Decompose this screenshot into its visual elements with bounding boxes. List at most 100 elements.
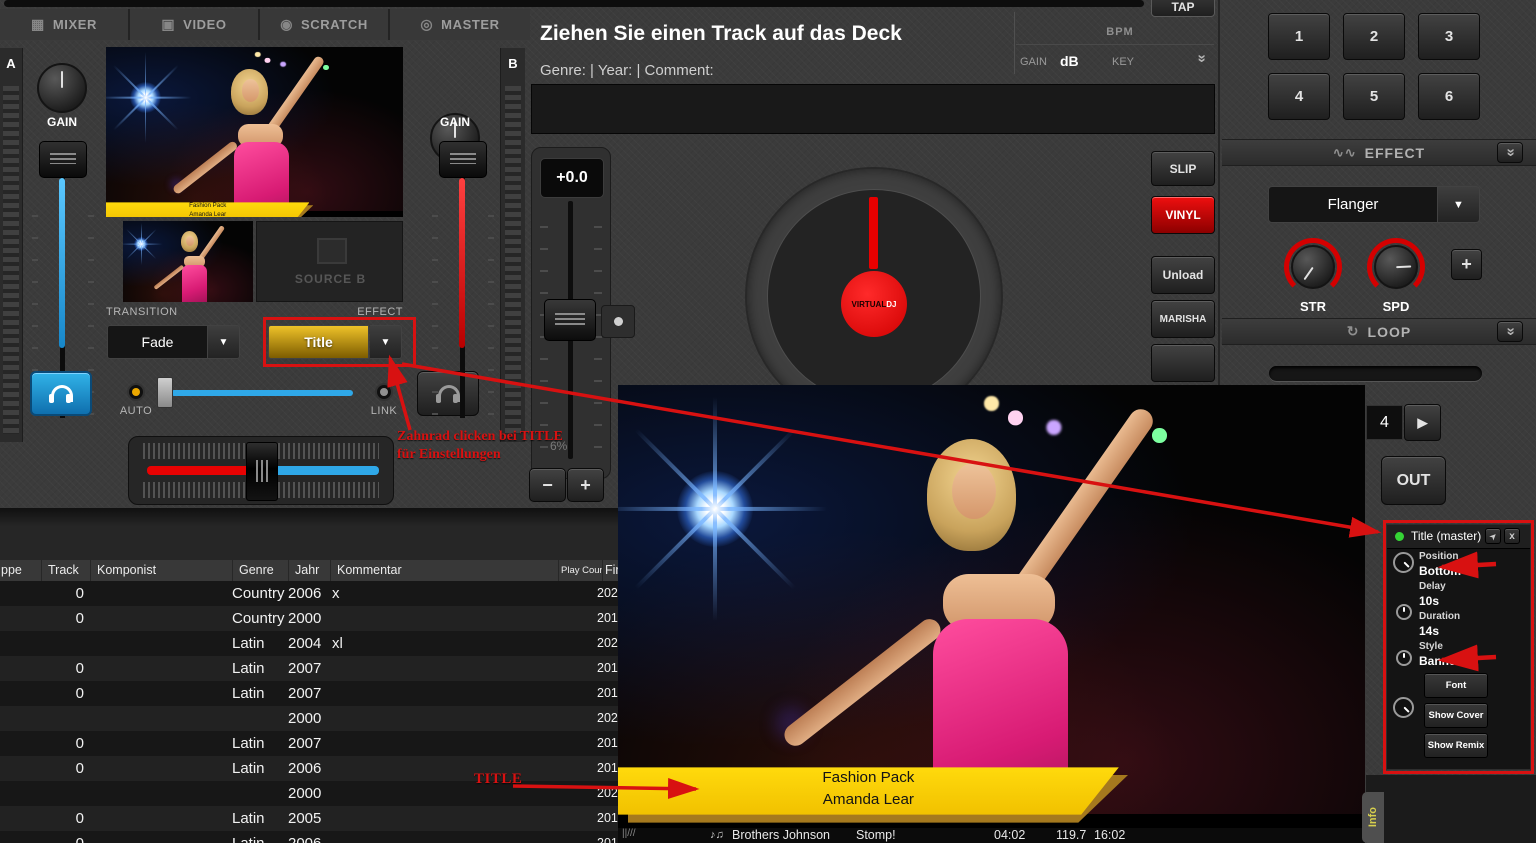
table-row[interactable]: 0Latin2007201 bbox=[0, 731, 618, 756]
table-row[interactable]: 0Country2000201 bbox=[0, 606, 618, 631]
link-radio[interactable] bbox=[375, 383, 393, 401]
pad-6[interactable]: 6 bbox=[1418, 73, 1480, 120]
table-row[interactable]: 0Latin2006201 bbox=[0, 756, 618, 781]
deck-a-headphone-button[interactable] bbox=[30, 371, 92, 416]
headphone-icon bbox=[436, 385, 460, 403]
video-crossfader-handle[interactable] bbox=[157, 377, 173, 408]
loop-progress-bar[interactable] bbox=[1269, 366, 1482, 381]
pitch-minus-button[interactable]: − bbox=[529, 468, 566, 502]
waveform-strip-empty bbox=[531, 84, 1215, 134]
table-row[interactable]: 0Latin2007201 bbox=[0, 681, 618, 706]
pad-1[interactable]: 1 bbox=[1268, 13, 1330, 60]
bokeh-lights bbox=[1152, 428, 1166, 442]
tab-master[interactable]: ◎MASTER bbox=[390, 9, 530, 40]
film-icon bbox=[317, 238, 347, 264]
link-label: LINK bbox=[360, 405, 408, 417]
column-header-jahr[interactable]: Jahr bbox=[288, 560, 330, 581]
browser-top-band bbox=[0, 508, 618, 560]
slip-button[interactable]: SLIP bbox=[1151, 151, 1215, 186]
pitch-plus-button[interactable]: + bbox=[567, 468, 604, 502]
marisha-button[interactable]: MARISHA bbox=[1151, 300, 1215, 338]
loop-out-button[interactable]: OUT bbox=[1381, 456, 1446, 505]
banner-title: Fashion Pack bbox=[618, 767, 1119, 789]
add-effect-button[interactable]: + bbox=[1451, 249, 1482, 280]
pad-4[interactable]: 4 bbox=[1268, 73, 1330, 120]
crossfader-handle[interactable] bbox=[246, 442, 278, 501]
column-header-kommentar[interactable]: Kommentar bbox=[330, 560, 558, 581]
transition-dropdown-arrow[interactable]: ▼ bbox=[208, 325, 240, 359]
auto-label: AUTO bbox=[108, 405, 164, 417]
deck-a-volume-fader[interactable] bbox=[39, 141, 87, 178]
banner-artist: Amanda Lear bbox=[106, 211, 309, 217]
table-row[interactable]: Latin2004xl202 bbox=[0, 631, 618, 656]
pad-3[interactable]: 3 bbox=[1418, 13, 1480, 60]
deck-b-label: B bbox=[501, 56, 525, 71]
video-output-window: Fashion Pack Amanda Lear bbox=[618, 385, 1365, 828]
transition-select[interactable]: Fade bbox=[107, 325, 208, 359]
deck-b-gain-label: GAIN bbox=[415, 115, 495, 129]
deck-b-volume-fader[interactable] bbox=[439, 141, 487, 178]
title-banner-overlay: Fashion Pack Amanda Lear bbox=[618, 767, 1119, 814]
tab-video[interactable]: ▣VIDEO bbox=[130, 9, 258, 40]
column-header-gruppe[interactable]: ppe bbox=[0, 560, 41, 581]
annotation-gear-note-line1: Zahnrad clicken bei TITLE bbox=[397, 429, 563, 445]
column-header-playcount[interactable]: Play Count bbox=[558, 560, 602, 581]
deck-b-fader-ticks-left bbox=[432, 195, 438, 420]
pitch-fader-handle[interactable] bbox=[544, 299, 596, 341]
source-b-slot[interactable]: SOURCE B bbox=[256, 221, 403, 302]
chevron-down-icon: ▼ bbox=[1453, 199, 1464, 211]
pad-2[interactable]: 2 bbox=[1343, 13, 1405, 60]
unload-button[interactable]: Unload bbox=[1151, 256, 1215, 294]
bokeh-lights bbox=[323, 65, 329, 71]
effect-select[interactable]: Flanger bbox=[1268, 186, 1438, 223]
column-header-komponist[interactable]: Komponist bbox=[90, 560, 232, 581]
expand-chevrons-button[interactable]: « bbox=[1188, 50, 1214, 72]
master-icon: ◎ bbox=[420, 16, 433, 33]
tab-scratch[interactable]: ◉SCRATCH bbox=[260, 9, 388, 40]
table-row[interactable]: 0Country2006x202 bbox=[0, 581, 618, 606]
link-radio-dot bbox=[380, 388, 388, 396]
column-header-first[interactable]: Fir bbox=[602, 560, 618, 581]
effect-spd-knob[interactable] bbox=[1367, 238, 1425, 296]
chevron-down-icon: ▼ bbox=[219, 337, 229, 348]
effect-str-knob[interactable] bbox=[1284, 238, 1342, 296]
loop-section-header: ↻ LOOP bbox=[1222, 318, 1536, 345]
auto-radio-dot bbox=[132, 388, 140, 396]
virtualdj-logo: VIRTUALDJ bbox=[841, 271, 907, 337]
video-crossfader-track bbox=[171, 390, 353, 396]
loop-collapse-button[interactable]: « bbox=[1497, 321, 1523, 342]
deck-b-headphone-button[interactable] bbox=[417, 371, 479, 416]
waveform-mini: ||/// bbox=[622, 828, 636, 839]
source-a-thumbnail[interactable] bbox=[123, 221, 253, 302]
loop-play-button[interactable]: ▶ bbox=[1404, 404, 1441, 441]
tab-mixer[interactable]: ▦MIXER bbox=[0, 9, 128, 40]
table-row[interactable]: 0Latin2007201 bbox=[0, 656, 618, 681]
effect-dropdown-arrow[interactable]: ▼ bbox=[1438, 186, 1480, 223]
blank-button[interactable] bbox=[1151, 344, 1215, 382]
table-row[interactable]: 0Latin2006201 bbox=[0, 831, 618, 843]
deck-title: Ziehen Sie einen Track auf das Deck bbox=[540, 22, 1010, 46]
table-row[interactable]: 2000202 bbox=[0, 781, 618, 806]
divider bbox=[1014, 12, 1015, 74]
column-header-track[interactable]: Track bbox=[41, 560, 90, 581]
deck-a-strip: A bbox=[0, 48, 23, 442]
deck-meta: Genre: | Year: | Comment: bbox=[540, 62, 1000, 79]
column-header-genre[interactable]: Genre bbox=[232, 560, 288, 581]
effect-collapse-button[interactable]: « bbox=[1497, 142, 1523, 163]
banner-artist: Amanda Lear bbox=[618, 789, 1119, 811]
banner-title: Fashion Pack bbox=[106, 202, 309, 211]
table-row[interactable]: 0Latin2005201 bbox=[0, 806, 618, 831]
vinyl-button[interactable]: VINYL bbox=[1151, 196, 1215, 234]
loop-length-value[interactable]: 4 bbox=[1366, 405, 1403, 440]
tap-button[interactable]: TAP bbox=[1151, 0, 1215, 17]
auto-radio[interactable] bbox=[127, 383, 145, 401]
pitch-reset-button[interactable] bbox=[601, 305, 635, 338]
key-readout-label: KEY bbox=[1112, 56, 1134, 68]
info-tab[interactable]: Info bbox=[1362, 792, 1384, 843]
table-row[interactable]: 2000202 bbox=[0, 706, 618, 731]
now-playing-row[interactable]: ||/// ♪♫ Brothers Johnson Stomp! 04:02 1… bbox=[618, 828, 1365, 843]
deck-a-gain-knob[interactable] bbox=[37, 63, 87, 113]
double-chevron-icon: « bbox=[1193, 54, 1210, 62]
pad-5[interactable]: 5 bbox=[1343, 73, 1405, 120]
gain-readout-label: GAIN bbox=[1020, 56, 1047, 68]
